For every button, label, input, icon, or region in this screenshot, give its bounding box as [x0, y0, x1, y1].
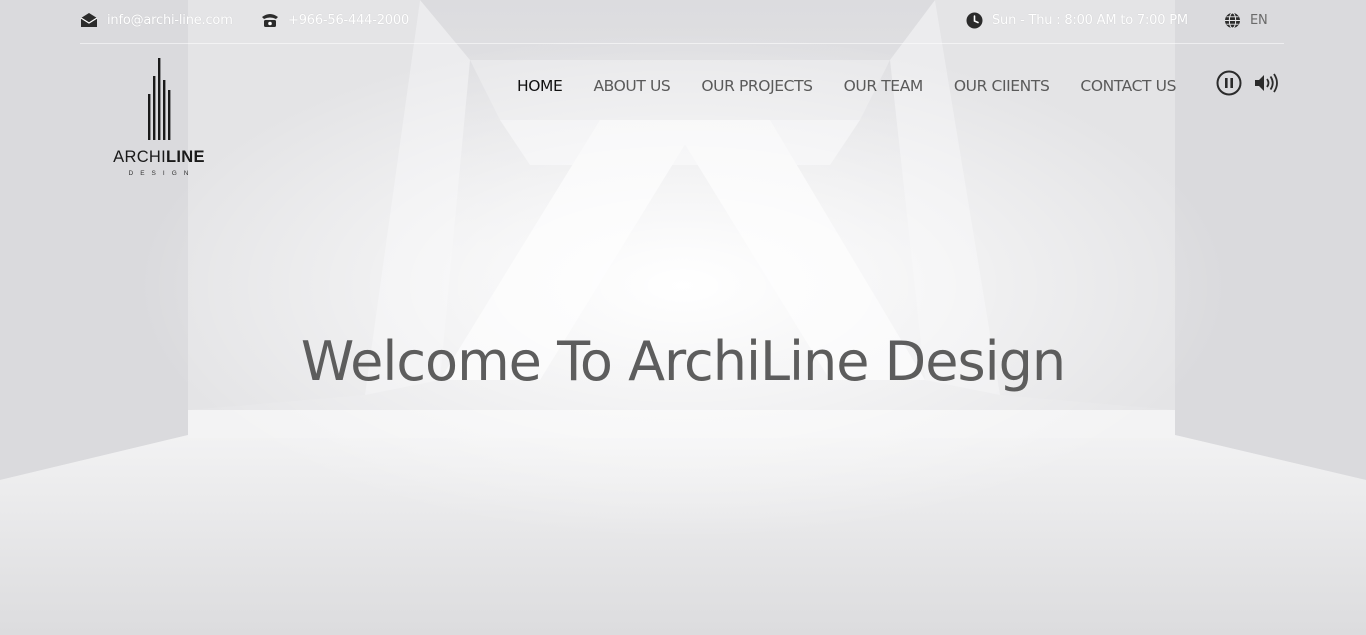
- logo-wordmark: ARCHILINE: [104, 148, 214, 167]
- volume-icon[interactable]: [1254, 72, 1280, 98]
- email-text[interactable]: info@archi-line.com: [107, 13, 233, 28]
- nav-item-contact-us[interactable]: CONTACT US: [1080, 75, 1176, 99]
- nav-item-our-projects[interactable]: OUR PROJECTS: [701, 75, 813, 99]
- main-navigation: HOME ABOUT US OUR PROJECTS OUR TEAM OUR …: [517, 75, 1207, 99]
- logo-mark: [148, 58, 171, 140]
- pause-circle-icon[interactable]: [1216, 70, 1242, 100]
- phone-text[interactable]: +966-56-444-2000: [288, 13, 409, 28]
- telephone-icon: [261, 12, 279, 28]
- business-hours: Sun - Thu : 8:00 AM to 7:00 PM: [966, 10, 1188, 30]
- media-controls: [1216, 70, 1280, 100]
- email-contact[interactable]: info@archi-line.com: [80, 10, 233, 30]
- logo-subtitle: DESIGN: [128, 170, 196, 177]
- language-selector[interactable]: EN: [1224, 10, 1268, 30]
- nav-item-our-clients[interactable]: OUR CIIENTS: [954, 75, 1050, 99]
- logo-word-light: ARCHI: [113, 148, 167, 166]
- globe-icon: [1224, 12, 1241, 29]
- clock-icon: [966, 12, 983, 29]
- envelope-icon: [80, 12, 98, 28]
- phone-contact[interactable]: +966-56-444-2000: [261, 10, 409, 30]
- archiline-logo[interactable]: ARCHILINE DESIGN: [104, 56, 214, 182]
- hero-headline: Welcome To ArchiLine Design: [300, 330, 1066, 393]
- nav-item-home[interactable]: HOME: [517, 75, 563, 99]
- top-info-bar: info@archi-line.com +966-56-444-2000 Sun…: [80, 0, 1284, 44]
- language-label[interactable]: EN: [1250, 13, 1268, 28]
- logo-word-bold: LINE: [166, 148, 205, 166]
- nav-item-about-us[interactable]: ABOUT US: [593, 75, 670, 99]
- nav-item-our-team[interactable]: OUR TEAM: [844, 75, 924, 99]
- hours-text: Sun - Thu : 8:00 AM to 7:00 PM: [992, 12, 1188, 28]
